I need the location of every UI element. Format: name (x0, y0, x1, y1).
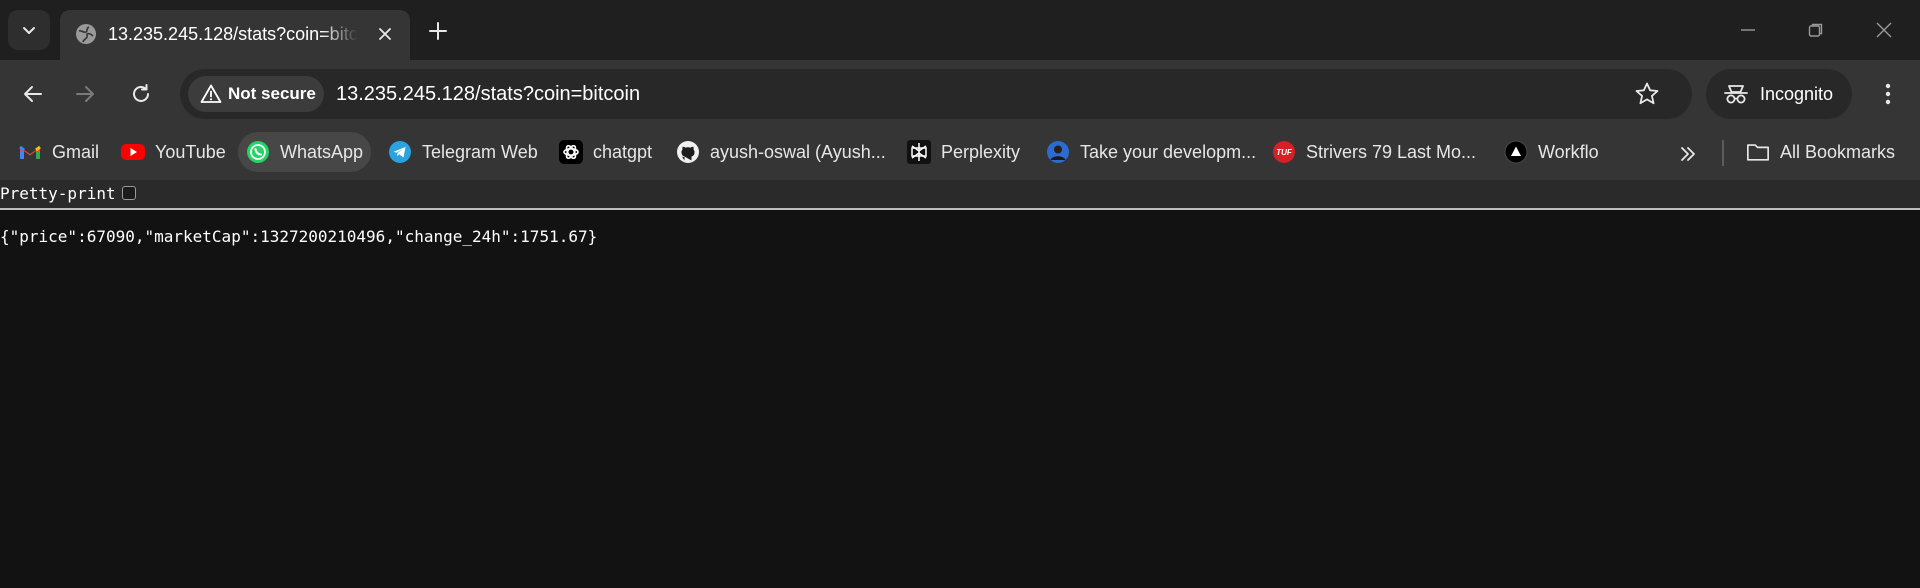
minimize-icon (1741, 29, 1755, 31)
json-response-text: {"price":67090,"marketCap":1327200210496… (0, 227, 598, 246)
bookmark-label: Perplexity (941, 141, 1021, 162)
close-window-button[interactable] (1864, 14, 1904, 46)
bookmark-star-button[interactable] (1632, 79, 1662, 109)
bookmark-chatgpt[interactable]: chatgpt (551, 132, 660, 172)
bookmark-label: Strivers 79 Last Mo... (1306, 141, 1477, 162)
all-bookmarks-label: All Bookmarks (1780, 141, 1896, 162)
whatsapp-icon (246, 140, 270, 164)
forward-button[interactable] (66, 75, 104, 113)
globe-icon (76, 24, 96, 44)
bookmark-github[interactable]: ayush-oswal (Ayush... (668, 132, 894, 172)
bookmark-youtube[interactable]: YouTube (113, 132, 234, 172)
restore-icon (1808, 23, 1823, 37)
bookmark-label: WhatsApp (280, 141, 364, 162)
github-icon (676, 140, 700, 164)
url-text[interactable]: 13.235.245.128/stats?coin=bitcoin (336, 79, 640, 109)
bookmark-label: Take your developm... (1080, 141, 1257, 162)
bookmarks-separator (1722, 140, 1724, 166)
pretty-print-checkbox[interactable] (122, 186, 136, 200)
chatgpt-icon (559, 140, 583, 164)
tuf-icon: TUF (1272, 140, 1296, 164)
star-icon (1635, 82, 1659, 105)
arrow-right-icon (76, 86, 94, 102)
bookmark-label: chatgpt (593, 141, 653, 162)
close-window-icon (1876, 22, 1892, 38)
pretty-print-bar: Pretty-print (0, 180, 1920, 210)
youtube-icon (121, 140, 145, 164)
reload-icon (133, 84, 149, 102)
all-bookmarks-button[interactable]: All Bookmarks (1738, 132, 1903, 172)
svg-text:TUF: TUF (1276, 148, 1293, 157)
active-tab[interactable]: 13.235.245.128/stats?coin=bitcoin (60, 10, 410, 60)
bookmark-strivers[interactable]: TUF Strivers 79 Last Mo... (1264, 132, 1484, 172)
bookmark-perplexity[interactable]: Perplexity (899, 132, 1028, 172)
gmail-icon (18, 140, 42, 164)
not-secure-label: Not secure (228, 84, 316, 103)
bookmark-label: Workflo (1538, 141, 1599, 162)
warning-icon (200, 84, 222, 103)
tab-close-button[interactable] (372, 21, 398, 47)
telegram-icon (388, 140, 412, 164)
double-chevron-right-icon (1681, 147, 1695, 161)
bookmark-telegram[interactable]: Telegram Web (380, 132, 546, 172)
bookmark-gmail[interactable]: Gmail (10, 132, 107, 172)
incognito-label: Incognito (1760, 83, 1834, 104)
kebab-menu-icon (1885, 83, 1891, 105)
pretty-print-label: Pretty-print (0, 184, 116, 203)
perplexity-icon (907, 140, 931, 164)
reload-button[interactable] (122, 75, 160, 113)
avatar-icon (1046, 140, 1070, 164)
bookmark-take-your-development[interactable]: Take your developm... (1038, 132, 1264, 172)
bookmark-whatsapp[interactable]: WhatsApp (238, 132, 372, 172)
tab-title: 13.235.245.128/stats?coin=bitcoin (108, 24, 358, 44)
plus-icon (429, 22, 447, 40)
bookmarks-bar: Gmail YouTube WhatsApp Telegram Web chat… (0, 128, 1920, 180)
bookmark-label: YouTube (155, 141, 226, 162)
bookmark-label: Gmail (52, 141, 100, 162)
back-button[interactable] (14, 75, 52, 113)
minimize-button[interactable] (1728, 14, 1768, 46)
workflo-icon (1504, 140, 1528, 164)
folder-icon (1746, 140, 1770, 164)
tab-search-button[interactable] (8, 10, 50, 50)
new-tab-button[interactable] (423, 16, 453, 46)
arrow-left-icon (24, 86, 42, 102)
address-bar[interactable]: Not secure 13.235.245.128/stats?coin=bit… (180, 69, 1692, 119)
restore-button[interactable] (1796, 14, 1836, 46)
more-bookmarks-button[interactable] (1672, 134, 1704, 174)
toolbar: Not secure 13.235.245.128/stats?coin=bit… (0, 60, 1920, 128)
close-icon (379, 28, 391, 40)
security-chip[interactable]: Not secure (188, 76, 324, 112)
bookmark-label: ayush-oswal (Ayush... (710, 141, 886, 162)
chrome-menu-button[interactable] (1870, 75, 1906, 113)
chevron-down-icon (23, 27, 35, 34)
incognito-icon (1724, 85, 1748, 104)
bookmark-label: Telegram Web (422, 141, 538, 162)
tab-strip: 13.235.245.128/stats?coin=bitcoin (0, 0, 1920, 60)
incognito-profile-button[interactable]: Incognito (1706, 69, 1852, 119)
bookmark-workflo[interactable]: Workflo (1496, 132, 1607, 172)
